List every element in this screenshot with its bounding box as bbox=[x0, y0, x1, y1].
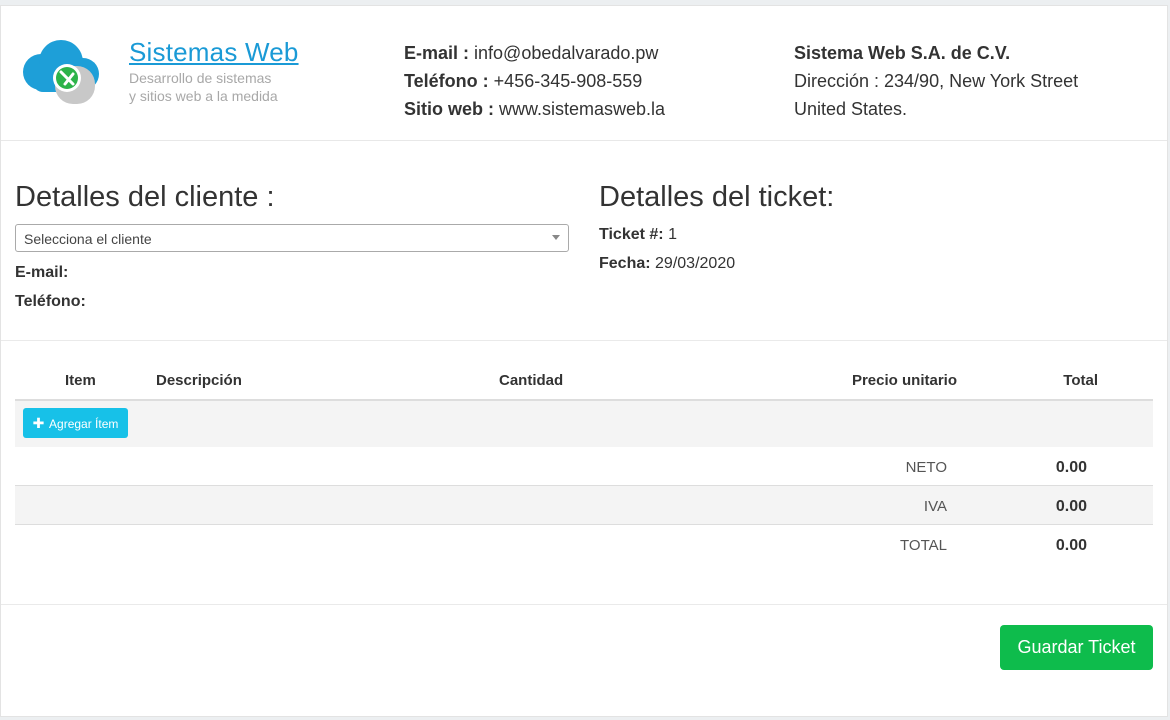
column-header-total: Total bbox=[1063, 372, 1098, 389]
section-divider bbox=[1, 340, 1167, 341]
iva-value: 0.00 bbox=[1055, 498, 1087, 515]
dropdown-arrow-icon bbox=[552, 235, 560, 240]
contact-web: Sitio web : www.sistemasweb.la bbox=[404, 95, 665, 123]
client-select-value: Selecciona el cliente bbox=[24, 231, 152, 247]
summary-row-iva: IVA 0.00 bbox=[15, 486, 1153, 525]
tagline-line-2: y sitios web a la medida bbox=[129, 88, 278, 104]
column-header-unit-price: Precio unitario bbox=[851, 372, 957, 389]
company-name: Sistema Web S.A. de C.V. bbox=[794, 43, 1011, 63]
phone-value: +456-345-908-559 bbox=[493, 71, 643, 91]
column-header-item: Item bbox=[65, 372, 96, 389]
company-address: Dirección : 234/90, New York Street bbox=[794, 71, 1079, 91]
client-phone-label: Teléfono: bbox=[15, 293, 86, 310]
company-country: United States. bbox=[794, 99, 908, 119]
client-email-label: E-mail: bbox=[15, 264, 69, 281]
ticket-date: Fecha: 29/03/2020 bbox=[599, 255, 735, 273]
client-details-title: Detalles del cliente : bbox=[15, 181, 275, 213]
ticket-details-title: Detalles del ticket: bbox=[599, 181, 835, 213]
summary-row-neto: NETO 0.00 bbox=[15, 447, 1153, 486]
ticket-number-value: 1 bbox=[668, 226, 677, 243]
ticket-date-value: 29/03/2020 bbox=[655, 255, 736, 272]
neto-value: 0.00 bbox=[1055, 459, 1087, 476]
neto-label: NETO bbox=[905, 459, 947, 476]
add-item-button[interactable]: ✚ Agregar Ítem bbox=[23, 408, 128, 438]
plus-icon: ✚ bbox=[32, 415, 45, 431]
total-label: TOTAL bbox=[900, 537, 947, 554]
add-item-label: Agregar Ítem bbox=[49, 417, 119, 431]
contact-info: E-mail : info@obedalvarado.pw Teléfono :… bbox=[404, 39, 665, 123]
brand-tagline: Desarrollo de sistemas y sitios web a la… bbox=[129, 69, 278, 105]
ticket-date-label: Fecha: bbox=[599, 255, 651, 272]
summary-row-total: TOTAL 0.00 bbox=[15, 525, 1153, 564]
tagline-line-1: Desarrollo de sistemas bbox=[129, 70, 272, 86]
ticket-card: Sistemas Web Desarrollo de sistemas y si… bbox=[0, 5, 1168, 717]
company-info: Sistema Web S.A. de C.V. Dirección : 234… bbox=[794, 39, 1078, 123]
web-label: Sitio web : bbox=[404, 99, 494, 119]
contact-phone: Teléfono : +456-345-908-559 bbox=[404, 67, 665, 95]
iva-label: IVA bbox=[923, 498, 947, 515]
save-ticket-button[interactable]: Guardar Ticket bbox=[1000, 625, 1153, 670]
ticket-number: Ticket #: 1 bbox=[599, 226, 677, 244]
total-value: 0.00 bbox=[1055, 537, 1087, 554]
phone-label: Teléfono : bbox=[404, 71, 489, 91]
brand-name[interactable]: Sistemas Web bbox=[129, 37, 299, 68]
email-value: info@obedalvarado.pw bbox=[474, 43, 659, 63]
client-select[interactable]: Selecciona el cliente bbox=[15, 224, 569, 252]
email-label: E-mail : bbox=[404, 43, 470, 63]
contact-email: E-mail : info@obedalvarado.pw bbox=[404, 39, 665, 67]
ticket-number-label: Ticket #: bbox=[599, 226, 664, 243]
invoice-header: Sistemas Web Desarrollo de sistemas y si… bbox=[1, 6, 1167, 141]
column-header-quantity: Cantidad bbox=[499, 372, 564, 389]
web-value: www.sistemasweb.la bbox=[499, 99, 666, 119]
cloud-mouse-logo-icon bbox=[23, 40, 99, 104]
add-item-row: ✚ Agregar Ítem bbox=[15, 401, 1153, 448]
footer-divider bbox=[1, 604, 1167, 605]
column-header-description: Descripción bbox=[156, 372, 242, 389]
